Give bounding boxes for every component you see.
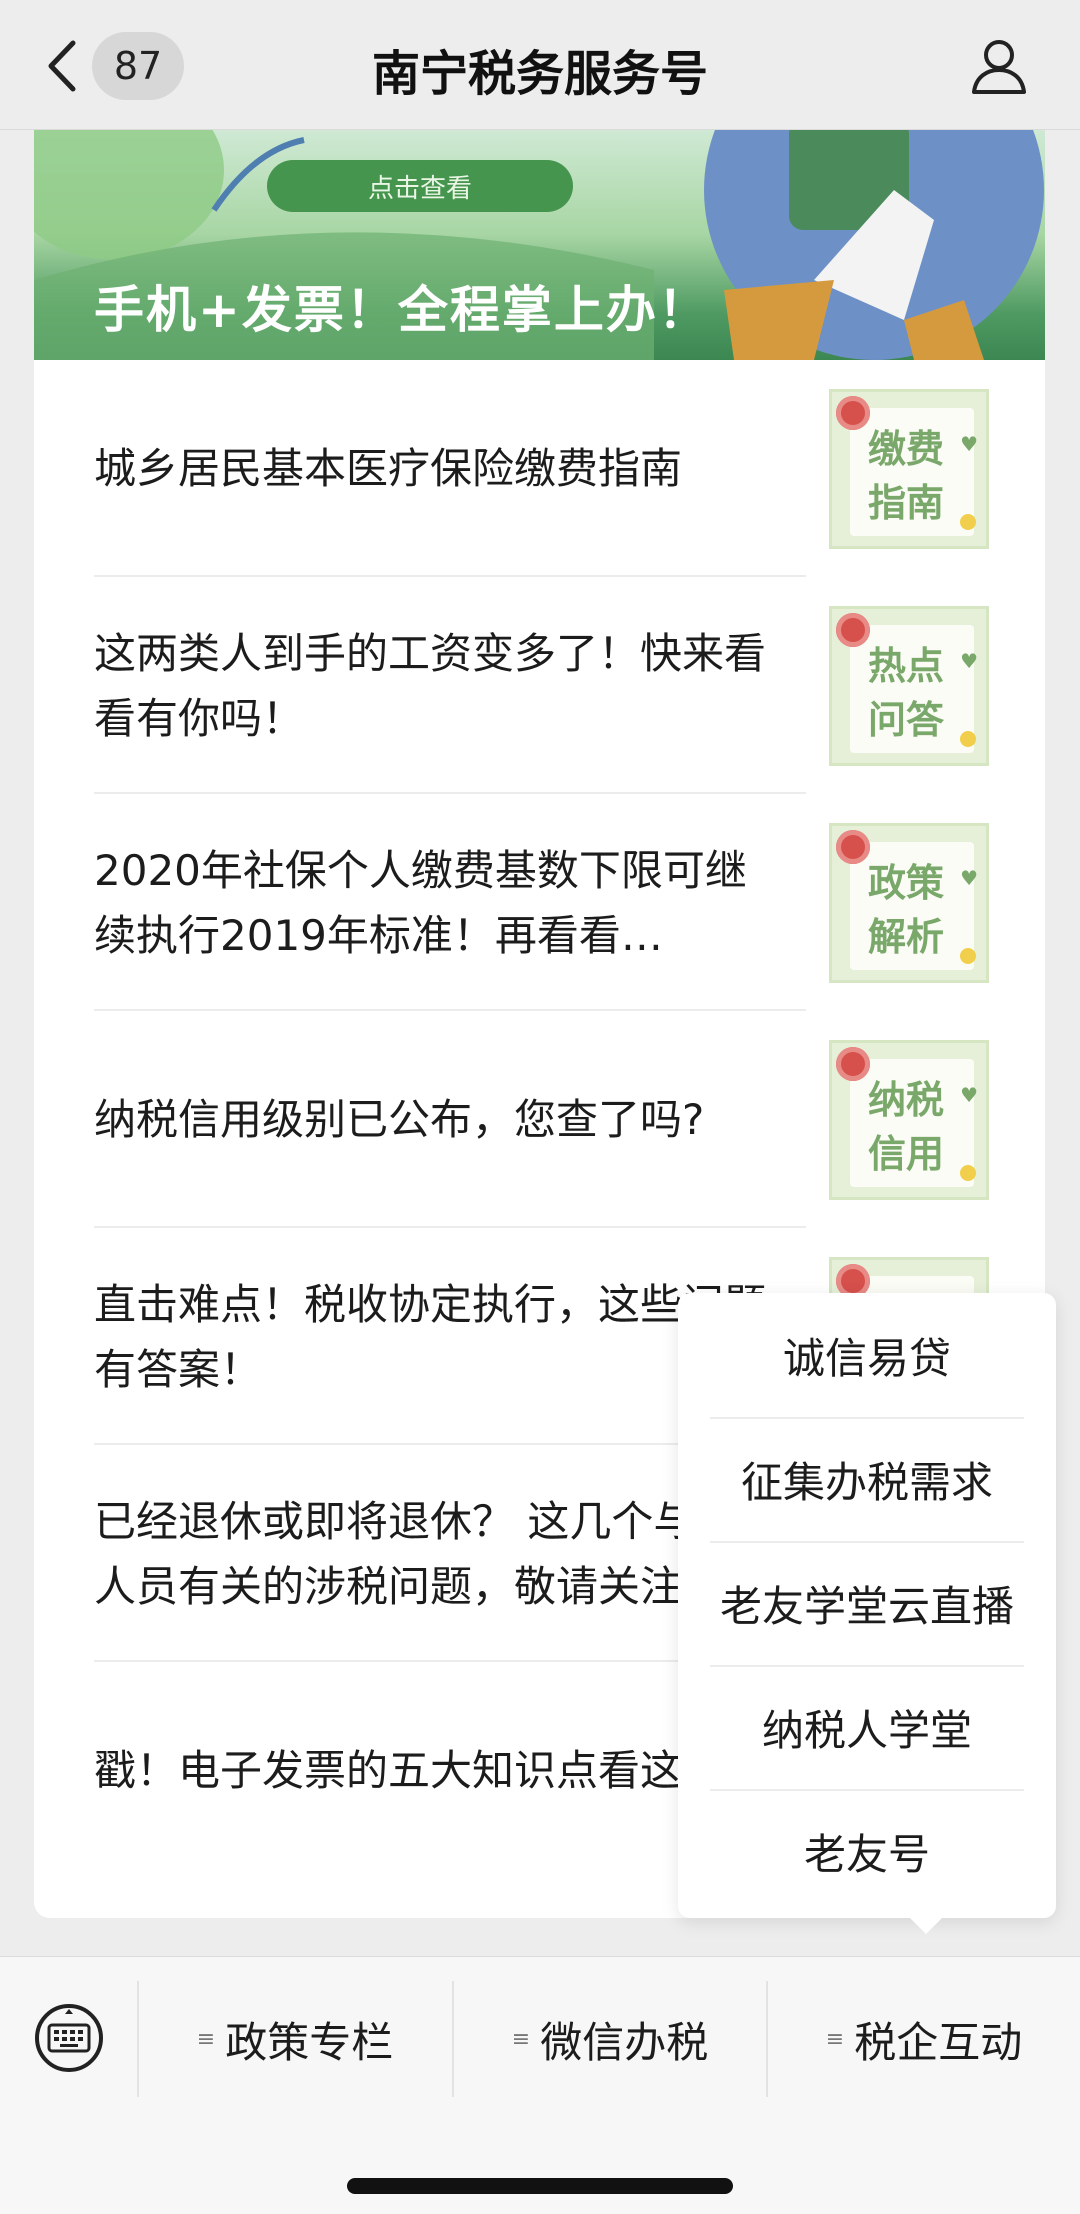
article-title: 纳税信用级别已公布，您查了吗? — [94, 1095, 705, 1144]
banner-headline: 手机+发票！全程掌上办！ — [94, 281, 710, 339]
menu-separator — [137, 1981, 139, 2097]
popup-item-credit-loan[interactable]: 诚信易贷 — [678, 1293, 1056, 1417]
menu-lines-icon: ≡ — [825, 2026, 845, 2052]
article-thumbnail: ♥ 缴费指南 — [829, 388, 989, 549]
home-indicator[interactable] — [347, 2178, 733, 2194]
article-thumbnail: ♥ 政策解析 — [829, 822, 989, 983]
submenu-popup: 诚信易贷 征集办税需求 老友学堂云直播 纳税人学堂 老友号 — [678, 1293, 1056, 1934]
article-thumbnail: ♥ 热点问答 — [829, 605, 989, 766]
popup-item-taxpayer-school[interactable]: 纳税人学堂 — [678, 1665, 1056, 1789]
menu-item-label: 税企互动 — [854, 2017, 1023, 2067]
heart-icon: ♥ — [960, 1082, 978, 1107]
page-title: 南宁税务服务号 — [371, 46, 708, 102]
article-title: 这两类人到手的工资变多了！快来看看有你吗！ — [94, 628, 767, 743]
thumbnail-label: 热点问答 — [867, 643, 944, 742]
list-item[interactable]: 这两类人到手的工资变多了！快来看看有你吗！ ♥ 热点问答 — [34, 577, 1045, 794]
menu-item-wechat-tax[interactable]: ≡ 微信办税 — [455, 1981, 765, 2097]
keyboard-icon[interactable] — [34, 2003, 104, 2073]
menu-item-interaction[interactable]: ≡ 税企互动 — [769, 1981, 1079, 2097]
heart-icon: ♥ — [960, 648, 978, 673]
article-title: 城乡居民基本医疗保险缴费指南 — [94, 444, 683, 493]
thumbnail-label: 纳税信用 — [867, 1077, 944, 1176]
thumbnail-label: 缴费指南 — [867, 426, 944, 525]
popup-item-laoyou[interactable]: 老友号 — [678, 1789, 1056, 1913]
article-title: 2020年社保个人缴费基数下限可继续执行2019年标准！再看看… — [94, 845, 747, 960]
popup-item-tax-needs[interactable]: 征集办税需求 — [678, 1417, 1056, 1541]
menu-lines-icon: ≡ — [196, 2026, 216, 2052]
banner-view-button[interactable]: 点击查看 — [267, 160, 573, 212]
menu-separator — [452, 1981, 454, 2097]
bottom-menu-bar: ≡ 政策专栏 ≡ 微信办税 ≡ 税企互动 — [0, 1956, 1080, 2214]
person-icon[interactable] — [970, 38, 1028, 96]
list-item[interactable]: 2020年社保个人缴费基数下限可继续执行2019年标准！再看看… ♥ 政策解析 — [34, 794, 1045, 1011]
heart-icon: ♥ — [960, 431, 978, 456]
menu-item-label: 政策专栏 — [225, 2017, 394, 2067]
popup-item-live-class[interactable]: 老友学堂云直播 — [678, 1541, 1056, 1665]
menu-item-label: 微信办税 — [540, 2017, 709, 2067]
menu-separator — [766, 1981, 768, 2097]
article-banner[interactable]: 点击查看 手机+发票！全程掌上办！ — [34, 130, 1045, 360]
nav-header: 87 南宁税务服务号 — [0, 0, 1080, 130]
list-item[interactable]: 纳税信用级别已公布，您查了吗? ♥ 纳税信用 — [34, 1011, 1045, 1228]
list-item[interactable]: 城乡居民基本医疗保险缴费指南 ♥ 缴费指南 — [34, 360, 1045, 577]
heart-icon: ♥ — [960, 865, 978, 890]
article-thumbnail: ♥ 纳税信用 — [829, 1039, 989, 1200]
menu-item-policy[interactable]: ≡ 政策专栏 — [140, 1981, 450, 2097]
menu-lines-icon: ≡ — [511, 2026, 531, 2052]
thumbnail-label: 政策解析 — [867, 860, 944, 959]
